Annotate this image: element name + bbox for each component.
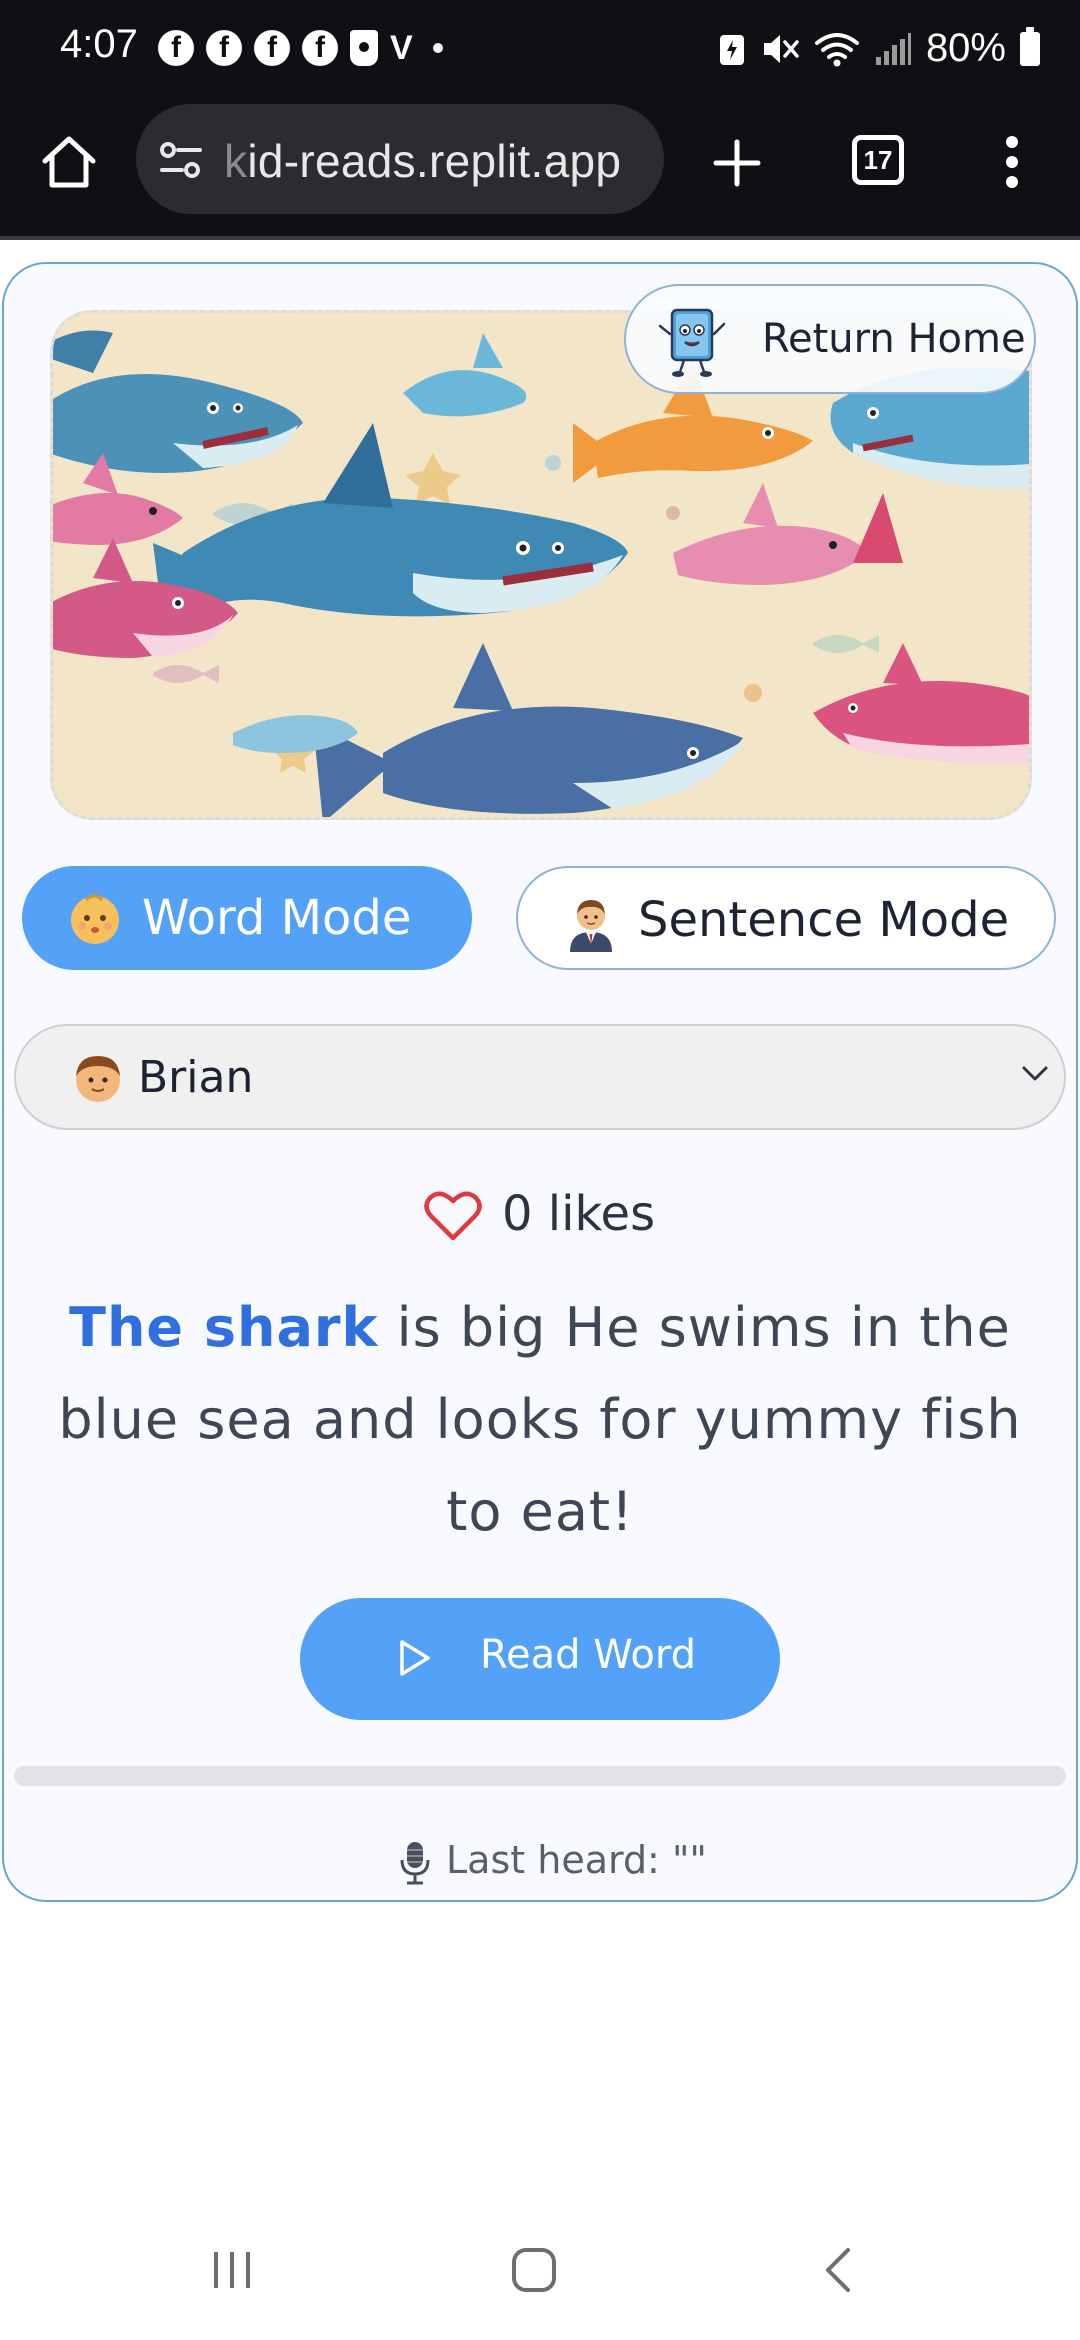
return-home-button[interactable]: Return Home [624, 284, 1036, 394]
tab-switcher-button[interactable]: 17 [852, 135, 904, 185]
battery-percent: 80% [925, 26, 1006, 70]
signal-icon [875, 32, 911, 65]
last-heard-row: Last heard: "" [0, 1838, 1080, 1888]
story-text: The shark is big He swims in the blue se… [40, 1282, 1040, 1558]
facebook-icon: f [206, 30, 242, 66]
notification-icons: f f f f V [158, 30, 443, 66]
last-heard-label: Last heard: "" [446, 1838, 707, 1882]
battery-saver-icon [719, 34, 744, 65]
home-icon[interactable] [40, 134, 98, 190]
baby-face-icon [71, 894, 119, 944]
play-icon [400, 1640, 430, 1676]
site-settings-icon[interactable] [158, 140, 204, 180]
url-faded-char: k [224, 135, 248, 187]
sentence-mode-button[interactable]: Sentence Mode [516, 866, 1056, 970]
address-bar[interactable]: kid-reads.replit.app [136, 104, 664, 214]
return-home-label: Return Home [762, 316, 1026, 362]
person-in-suit-icon [570, 900, 612, 952]
mute-icon [763, 34, 799, 63]
home-nav-icon[interactable] [510, 2246, 558, 2294]
browser-toolbar: kid-reads.replit.app 17 [0, 100, 1080, 238]
url-text[interactable]: kid-reads.replit.app [224, 134, 621, 188]
dot-icon [432, 43, 443, 53]
book-mascot-icon [658, 308, 726, 377]
recent-apps-icon[interactable] [210, 2248, 254, 2292]
sentence-mode-label: Sentence Mode [638, 892, 1010, 948]
facebook-icon: f [254, 30, 290, 66]
read-word-button[interactable]: Read Word [300, 1598, 780, 1720]
facebook-icon: f [158, 30, 194, 66]
chevron-down-icon [1022, 1066, 1048, 1081]
likes-count: 0 likes [502, 1186, 656, 1242]
toolbar-divider [0, 236, 1080, 240]
wifi-icon [814, 32, 859, 66]
story-highlight: The shark [69, 1296, 379, 1359]
heart-icon[interactable] [424, 1190, 482, 1242]
person-icon [76, 1056, 120, 1102]
battery-icon [1020, 26, 1040, 66]
system-status: 80% [718, 26, 1040, 71]
facebook-icon: f [302, 30, 338, 66]
status-time: 4:07 [60, 22, 138, 66]
more-options-icon[interactable] [1000, 134, 1024, 190]
microphone-icon [400, 1842, 430, 1885]
cup-icon [350, 30, 378, 66]
reader-select-value: Brian [138, 1052, 254, 1103]
url-domain: id-reads.replit.app [247, 135, 622, 187]
word-mode-button[interactable]: Word Mode [22, 866, 472, 970]
v-icon: V [390, 29, 413, 67]
reading-progress-bar [14, 1766, 1066, 1786]
word-mode-label: Word Mode [142, 890, 412, 946]
system-nav-bar [0, 2200, 1080, 2340]
reader-select[interactable]: Brian [14, 1024, 1066, 1130]
back-icon[interactable] [822, 2246, 854, 2294]
read-word-label: Read Word [480, 1632, 697, 1678]
new-tab-icon[interactable] [712, 138, 762, 188]
likes-row: 0 likes [0, 1186, 1080, 1246]
status-bar: 4:07 f f f f V 80% [0, 0, 1080, 100]
